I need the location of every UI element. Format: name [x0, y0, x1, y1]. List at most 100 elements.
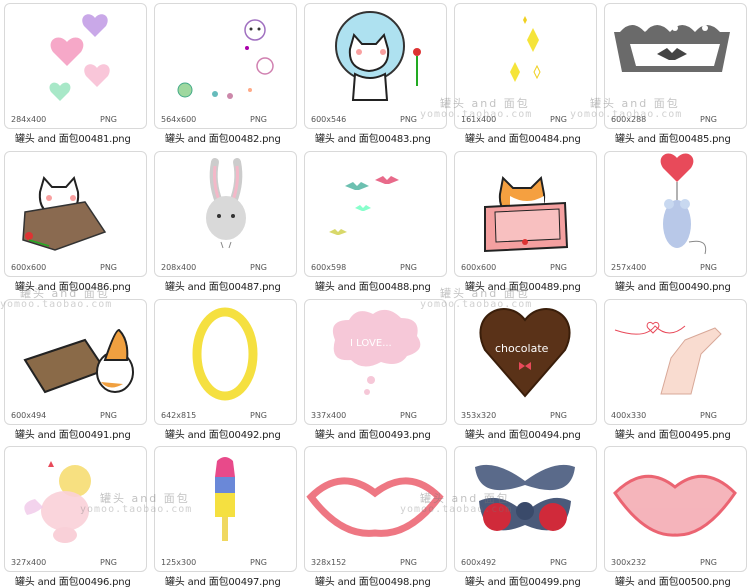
chocolate-heart-icon: chocolate [479, 308, 571, 398]
image-format: PNG [400, 558, 418, 567]
file-name[interactable]: 罐头 and 面包00499.png [465, 573, 615, 588]
thumbnail-tile[interactable]: 564x600 PNG [154, 3, 297, 129]
image-dimensions: 564x600 [161, 115, 197, 124]
image-dimensions: 208x400 [161, 263, 197, 272]
thumbnail-tile[interactable]: 257x400 PNG [604, 151, 747, 277]
file-name[interactable]: 罐头 and 面包00487.png [165, 278, 315, 293]
image-dimensions: 600x546 [311, 115, 347, 124]
thumbnail-tile[interactable]: chocolate 353x320 PNG [454, 299, 597, 425]
file-name[interactable]: 罐头 and 面包00492.png [165, 426, 315, 441]
thumbnail-image [614, 321, 722, 395]
image-format: PNG [250, 411, 268, 420]
thumbnail-image [23, 328, 134, 394]
file-name[interactable]: 罐头 and 面包00498.png [315, 573, 465, 588]
thumbnail-grid: 284x400 PNG 罐头 and 面包00481.png 564x600 PNG 罐… [0, 0, 750, 588]
file-name[interactable]: 罐头 and 面包00484.png [465, 130, 615, 145]
file-name[interactable]: 罐头 and 面包00493.png [315, 426, 465, 441]
cloud-love-icon: I LOVE... [332, 309, 421, 395]
image-dimensions: 400x330 [611, 411, 647, 420]
image-format: PNG [100, 263, 118, 272]
image-format: PNG [250, 263, 268, 272]
file-name[interactable]: 罐头 and 面包00483.png [315, 130, 465, 145]
thumbnail-tile[interactable]: 600x600 PNG [4, 151, 147, 277]
thumbnail-tile[interactable]: 600x598 PNG [304, 151, 447, 277]
thumbnail-tile[interactable]: 284x400 PNG [4, 3, 147, 129]
image-format: PNG [700, 411, 718, 420]
thumbnail-tile[interactable]: 300x232 PNG [604, 446, 747, 572]
image-format: PNG [100, 411, 118, 420]
file-name[interactable]: 罐头 and 面包00489.png [465, 278, 615, 293]
cat-bag-icon [23, 328, 134, 394]
thumbnail-tile[interactable]: I LOVE... 337x400 PNG [304, 299, 447, 425]
thumbnail-tile[interactable]: 600x600 PNG [454, 151, 597, 277]
file-name[interactable]: 罐头 and 面包00494.png [465, 426, 615, 441]
thumbnail-tile[interactable]: 125x300 PNG [154, 446, 297, 572]
thumbnail-image [177, 19, 274, 99]
file-name[interactable]: 罐头 and 面包00485.png [615, 130, 750, 145]
file-name[interactable]: 罐头 and 面包00481.png [15, 130, 165, 145]
sparkles-icon [510, 16, 541, 82]
thumbnail-tile[interactable]: 600x492 PNG [454, 446, 597, 572]
thumbnail-tile[interactable]: 208x400 PNG [154, 151, 297, 277]
thumbnail-image [484, 175, 569, 253]
bow-icon [475, 464, 575, 531]
bat-crown-icon [614, 25, 730, 72]
image-dimensions: 642x815 [161, 411, 197, 420]
thumbnail-tile[interactable]: 600x546 PNG [304, 3, 447, 129]
image-dimensions: 600x492 [461, 558, 497, 567]
yellow-ring-icon [192, 307, 258, 401]
thumbnail-tile[interactable]: 400x330 PNG [604, 299, 747, 425]
image-format: PNG [250, 558, 268, 567]
thumbnail-tile[interactable]: 327x400 PNG [4, 446, 147, 572]
image-format: PNG [550, 263, 568, 272]
file-name[interactable]: 罐头 and 面包00490.png [615, 278, 750, 293]
image-dimensions: 600x598 [311, 263, 347, 272]
file-name[interactable]: 罐头 and 面包00482.png [165, 130, 315, 145]
hand-string-icon [614, 321, 722, 395]
file-name[interactable]: 罐头 and 面包00495.png [615, 426, 750, 441]
thumbnail-image [335, 11, 421, 101]
image-dimensions: 600x494 [11, 411, 47, 420]
rabbit-icon [206, 158, 246, 249]
image-dimensions: 125x300 [161, 558, 197, 567]
thumbnail-image [24, 461, 91, 543]
image-dimensions: 353x320 [461, 411, 497, 420]
image-format: PNG [550, 115, 568, 124]
thumbnail-tile[interactable]: 328x152 PNG [304, 446, 447, 572]
bats-icon [329, 176, 399, 235]
thumbnail-tile[interactable]: 642x815 PNG [154, 299, 297, 425]
thumbnail-image [192, 307, 258, 401]
thumbnail-image [329, 176, 399, 235]
file-name[interactable]: 罐头 and 面包00497.png [165, 573, 315, 588]
thumbnail-tile[interactable]: 600x494 PNG [4, 299, 147, 425]
image-dimensions: 161x400 [461, 115, 497, 124]
image-format: PNG [700, 558, 718, 567]
image-format: PNG [550, 558, 568, 567]
image-dimensions: 300x232 [611, 558, 647, 567]
file-name[interactable]: 罐头 and 面包00486.png [15, 278, 165, 293]
image-dimensions: 327x400 [11, 558, 47, 567]
image-dimensions: 257x400 [611, 263, 647, 272]
image-format: PNG [100, 558, 118, 567]
svg-text:I LOVE...: I LOVE... [350, 338, 392, 349]
lips-open-icon [306, 477, 444, 537]
thumbnail-image [475, 464, 575, 531]
image-dimensions: 600x600 [461, 263, 497, 272]
image-dimensions: 328x152 [311, 558, 347, 567]
thumbnail-image [215, 457, 235, 541]
thumbnail-image: chocolate [479, 308, 571, 398]
thumbnail-image [510, 16, 541, 82]
cat-rock-icon [22, 175, 107, 251]
pig-angel-icon [24, 461, 91, 543]
file-name[interactable]: 罐头 and 面包00488.png [315, 278, 465, 293]
file-name[interactable]: 罐头 and 面包00500.png [615, 573, 750, 588]
image-dimensions: 337x400 [311, 411, 347, 420]
file-name[interactable]: 罐头 and 面包00496.png [15, 573, 165, 588]
thumbnail-tile[interactable]: 161x400 PNG [454, 3, 597, 129]
mouse-balloon-icon [660, 153, 707, 255]
cat-astronaut-icon [335, 11, 421, 101]
thumbnail-tile[interactable]: 600x288 PNG [604, 3, 747, 129]
image-format: PNG [400, 263, 418, 272]
image-dimensions: 600x600 [11, 263, 47, 272]
file-name[interactable]: 罐头 and 面包00491.png [15, 426, 165, 441]
